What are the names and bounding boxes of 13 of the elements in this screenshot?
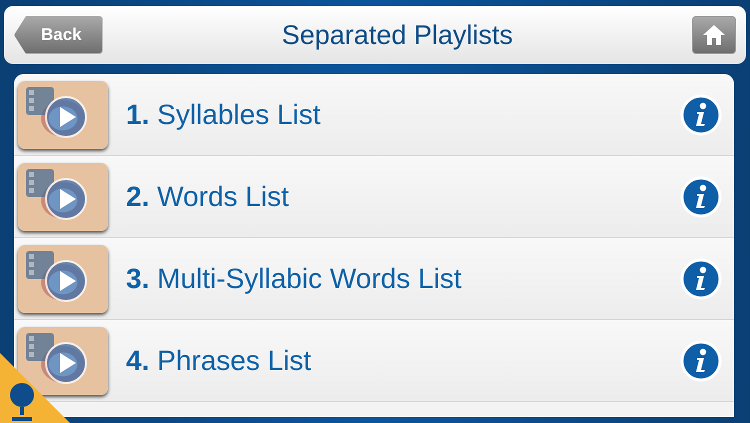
info-icon[interactable] (680, 176, 722, 218)
info-icon[interactable] (680, 340, 722, 382)
video-thumbnail[interactable] (18, 80, 108, 148)
back-button[interactable]: Back (14, 16, 103, 54)
home-button[interactable] (692, 16, 736, 54)
video-thumbnail[interactable] (18, 244, 108, 312)
video-thumbnail[interactable] (18, 162, 108, 230)
home-icon (702, 24, 726, 46)
info-icon[interactable] (680, 94, 722, 136)
screen-title: Separated Playlists (282, 20, 513, 50)
video-thumbnail[interactable] (18, 326, 108, 394)
info-icon[interactable] (680, 258, 722, 300)
microphone-corner-badge[interactable] (0, 353, 70, 423)
